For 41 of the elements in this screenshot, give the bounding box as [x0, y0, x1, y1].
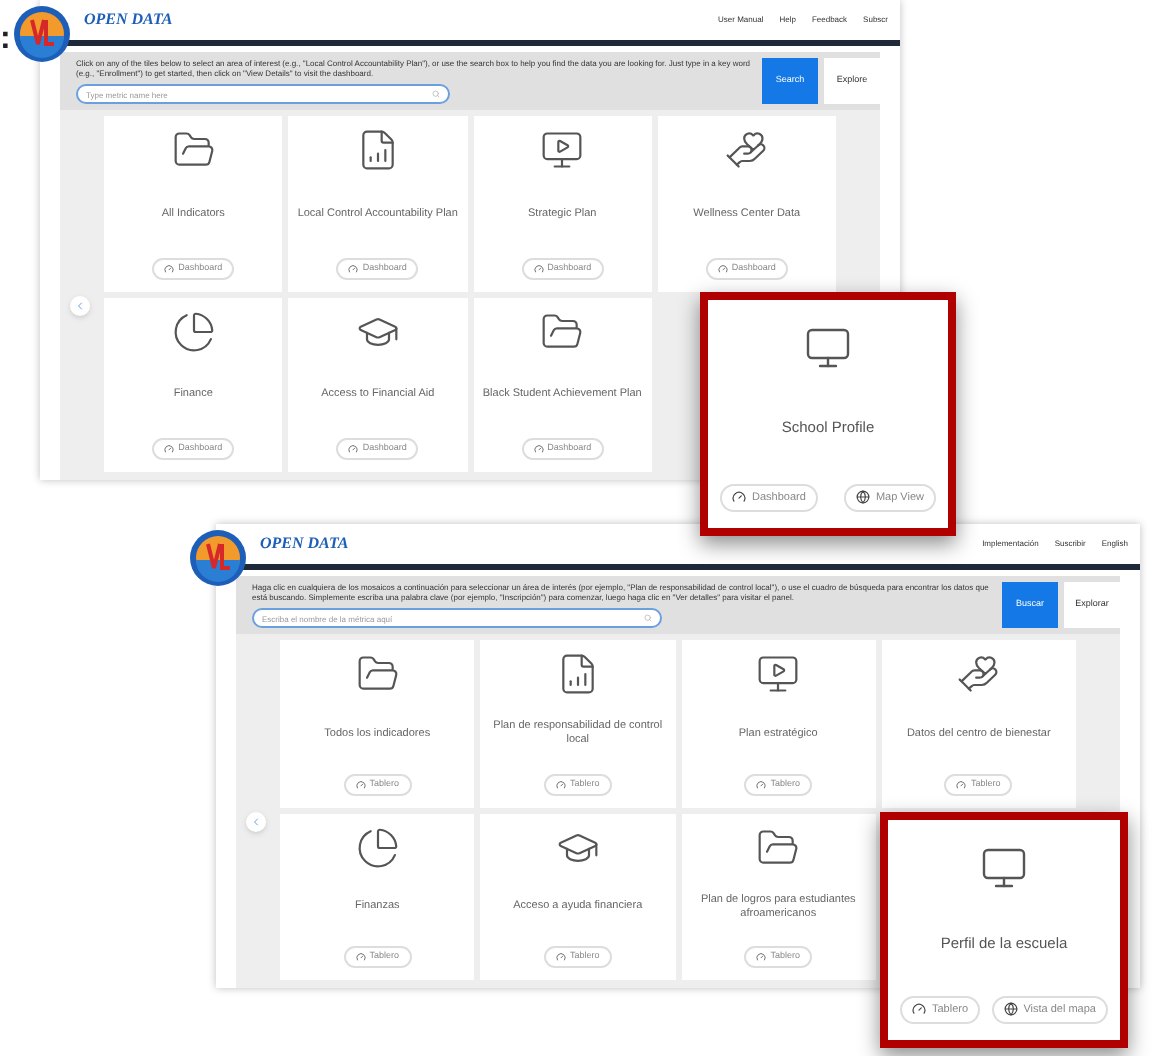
pie-chart-icon — [171, 309, 216, 353]
gauge-icon — [912, 1002, 926, 1017]
hands-heart-icon — [956, 652, 1001, 696]
gauge-icon — [555, 952, 566, 963]
gauge-icon — [164, 263, 175, 274]
gauge-icon — [756, 779, 767, 790]
gauge-icon — [348, 263, 359, 274]
gauge-icon — [717, 263, 728, 274]
search-icon — [643, 614, 652, 622]
folder-icon — [355, 652, 400, 696]
chevron-left-icon — [74, 299, 86, 311]
gauge-icon — [355, 952, 366, 963]
hands-heart-icon — [724, 128, 769, 172]
gauge-icon — [533, 263, 544, 274]
previous-arrow-button[interactable] — [246, 811, 266, 831]
previous-arrow-button[interactable] — [70, 295, 90, 315]
monitor-icon — [540, 128, 585, 172]
globe-icon — [1003, 1002, 1018, 1017]
monitor-icon — [804, 324, 852, 372]
folder-icon — [171, 128, 216, 172]
pie-chart-icon — [355, 825, 400, 869]
gauge-icon — [555, 779, 566, 790]
logo-icon — [12, 4, 72, 64]
brand-title: OPEN DATA — [84, 8, 173, 32]
gauge-icon — [732, 490, 746, 505]
monitor-icon — [756, 652, 801, 696]
gauge-icon — [348, 444, 359, 455]
folder-icon — [756, 825, 801, 869]
logo-icon — [188, 528, 248, 588]
globe-icon — [855, 490, 870, 505]
gauge-icon — [533, 444, 544, 455]
gauge-icon — [164, 444, 175, 455]
chevron-left-icon — [250, 815, 262, 827]
monitor-icon — [980, 844, 1028, 892]
gauge-icon — [956, 779, 967, 790]
gauge-icon — [756, 952, 767, 963]
brand-title: OPEN DATA — [260, 532, 349, 556]
folder-icon — [540, 309, 585, 353]
slide-mark: : — [0, 20, 11, 60]
gauge-icon — [355, 779, 366, 790]
search-icon — [432, 90, 440, 98]
